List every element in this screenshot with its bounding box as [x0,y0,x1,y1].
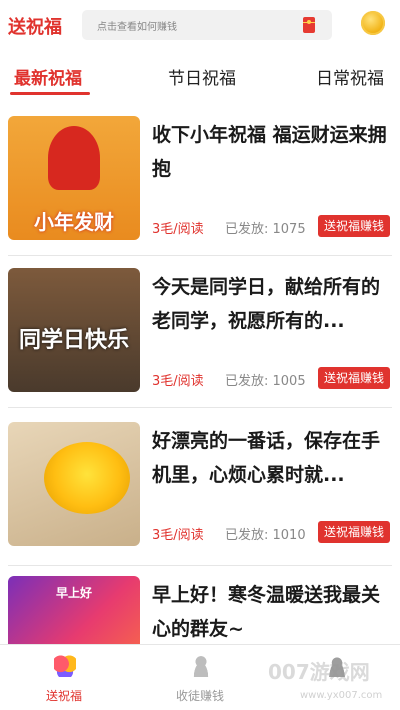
search-placeholder: 点击查看如何赚钱 [97,22,177,33]
coin-icon[interactable] [361,11,385,35]
tab-daily[interactable]: 日常祝福 [316,64,384,89]
tab-latest[interactable]: 最新祝福 [14,64,82,89]
god-of-wealth-figure [48,126,100,190]
thumbnail-image: 小年发财 [8,116,140,240]
divider [8,407,392,408]
search-bar[interactable]: 点击查看如何赚钱 [82,10,332,40]
share-earn-button[interactable]: 送祝福赚钱 [318,215,390,237]
item-title[interactable]: 收下小年祝福 福运财运来拥抱 [152,118,392,186]
list-item[interactable]: 同学日快乐 今天是同学日，献给所有的老同学，祝愿所有的... 3毛/阅读 已发放… [0,260,400,410]
item-issued-count: 已发放: 1075 [225,222,306,237]
thumbnail-image [8,422,140,546]
nav-label: 送祝福 [45,689,82,703]
hearts-icon [54,655,76,677]
nav-label: 收徒赚钱 [175,689,224,703]
share-earn-button[interactable]: 送祝福赚钱 [318,367,390,389]
item-price: 3毛/阅读 [152,528,204,543]
item-title[interactable]: 早上好！寒冬温暖送我最关心的群友~ [152,578,392,646]
thumbnail-caption: 小年发财 [34,210,114,234]
nav-send-blessing[interactable]: 送祝福 [14,653,114,707]
watermark: 007游戏网 [268,660,370,684]
nav-recruit-earn[interactable]: 收徒赚钱 [150,653,250,707]
category-tabs: 最新祝福 节日祝福 日常祝福 [0,56,400,100]
list-item[interactable]: 好漂亮的一番话，保存在手机里，心烦心累时就... 3毛/阅读 已发放: 1010… [0,414,400,564]
app-header: 送祝福 点击查看如何赚钱 [0,0,400,50]
tab-festival[interactable]: 节日祝福 [168,64,236,89]
item-issued-count: 已发放: 1010 [225,528,306,543]
item-price: 3毛/阅读 [152,374,204,389]
yellow-rose-image [44,442,130,514]
item-title[interactable]: 今天是同学日，献给所有的老同学，祝愿所有的... [152,270,392,338]
person-icon [190,655,212,677]
watermark-url: www.yx007.com [300,690,383,701]
share-earn-button[interactable]: 送祝福赚钱 [318,521,390,543]
list-item[interactable]: 小年发财 收下小年祝福 福运财运来拥抱 3毛/阅读 已发放: 1075 送祝福赚… [0,108,400,258]
divider [8,255,392,256]
app-title: 送祝福 [8,17,62,38]
thumbnail-image: 同学日快乐 [8,268,140,392]
divider [8,565,392,566]
thumbnail-caption: 同学日快乐 [18,328,129,353]
thumbnail-caption: 早上好 [55,586,92,600]
item-title[interactable]: 好漂亮的一番话，保存在手机里，心烦心累时就... [152,424,392,492]
active-tab-indicator [10,92,90,95]
item-issued-count: 已发放: 1005 [225,374,306,389]
item-price: 3毛/阅读 [152,222,204,237]
redpacket-icon[interactable] [303,17,315,33]
